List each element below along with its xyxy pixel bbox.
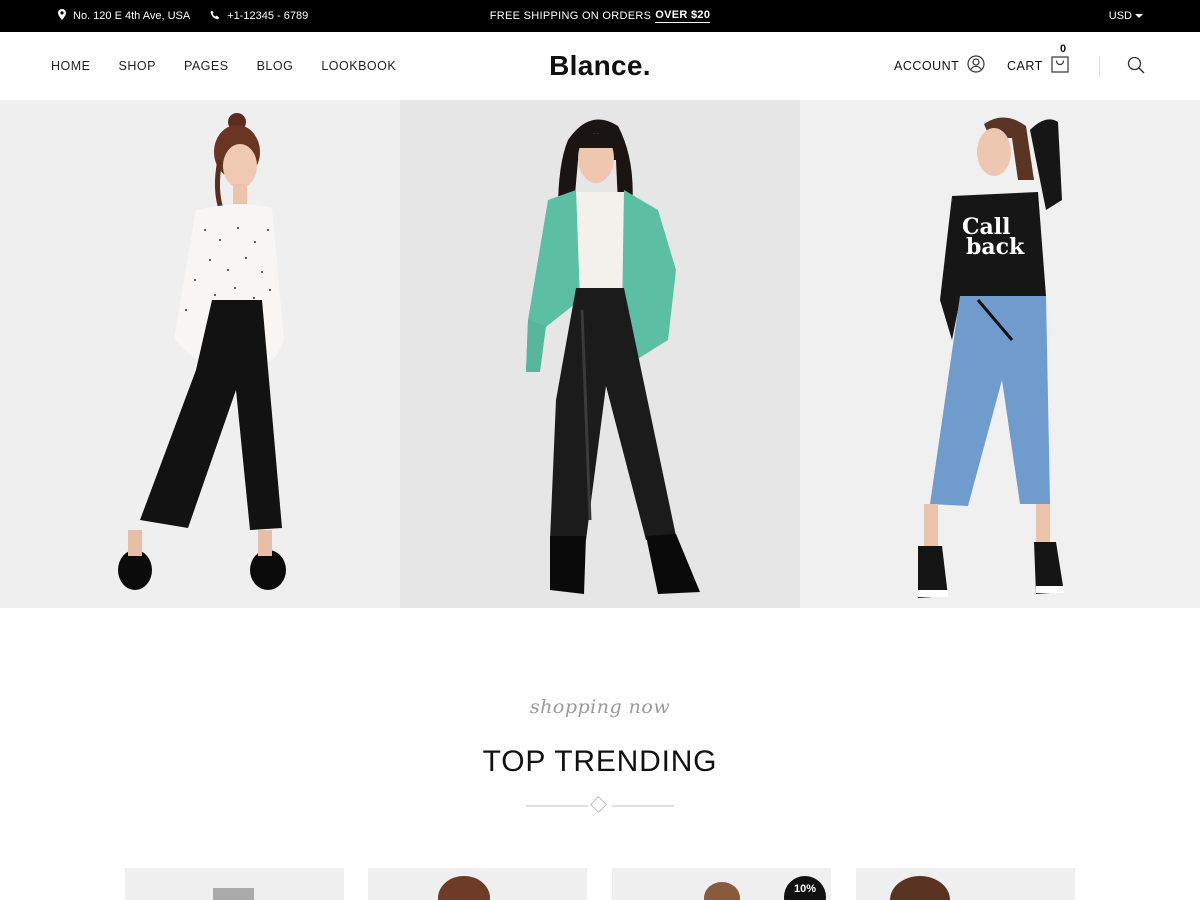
divider (1099, 56, 1100, 76)
hero-banner-1[interactable] (0, 100, 400, 608)
address-text: No. 120 E 4th Ave, USA (73, 10, 191, 22)
currency-label: USD (1108, 10, 1132, 22)
shipping-highlight: OVER $20 (655, 9, 711, 23)
model-white-blouse-image (118, 113, 286, 590)
nav-pages[interactable]: PAGES (184, 59, 229, 73)
model-black-tee-image: Call back (918, 117, 1064, 598)
product-card[interactable] (125, 868, 344, 900)
caret-down-icon (1135, 14, 1143, 18)
logo[interactable]: Blance. (549, 50, 651, 82)
shirt-print-line2: back (966, 234, 1025, 260)
hero-banner-3[interactable]: Call back (800, 100, 1200, 608)
phone-icon (210, 10, 220, 23)
nav-lookbook[interactable]: LOOKBOOK (321, 59, 396, 73)
product-card[interactable] (856, 868, 1075, 900)
hero-banner-2[interactable] (400, 100, 800, 608)
search-icon[interactable] (1127, 56, 1145, 79)
phone-text: +1-12345 - 6789 (227, 10, 309, 22)
account-label: ACCOUNT (894, 58, 960, 73)
shipping-text: FREE SHIPPING ON ORDERS (489, 10, 652, 22)
map-pin-icon (58, 9, 66, 23)
top-bar: No. 120 E 4th Ave, USA +1-12345 - 6789 F… (0, 0, 1200, 32)
nav-home[interactable]: HOME (51, 59, 91, 73)
cart-count: 0 (1060, 43, 1067, 55)
section-title: TOP TRENDING (482, 745, 718, 778)
model-green-jacket-image (526, 119, 700, 594)
phone[interactable]: +1-12345 - 6789 (210, 10, 308, 23)
diamond-divider (526, 796, 674, 813)
product-card[interactable]: 10% (612, 868, 831, 900)
nav-blog[interactable]: BLOG (257, 59, 294, 73)
product-image (438, 876, 490, 900)
account-link[interactable]: ACCOUNT (894, 55, 985, 76)
cart-label: CART (1007, 58, 1043, 73)
hero-banners: Call back (0, 100, 1200, 608)
main-nav: HOME SHOP PAGES BLOG LOOKBOOK (51, 32, 396, 100)
product-grid: 10% (125, 868, 1075, 900)
header-actions: ACCOUNT CART 0 (870, 32, 1200, 100)
product-image (213, 888, 254, 900)
product-image (890, 876, 950, 900)
address: No. 120 E 4th Ave, USA (58, 9, 190, 23)
user-icon (967, 55, 985, 76)
shopping-bag-icon (1051, 55, 1069, 76)
cart-link[interactable]: CART (1007, 55, 1069, 76)
currency-selector[interactable]: USD (1109, 0, 1143, 32)
nav-shop[interactable]: SHOP (119, 59, 156, 73)
main-header: HOME SHOP PAGES BLOG LOOKBOOK Blance. AC… (0, 32, 1200, 100)
section-subtitle: shopping now (529, 696, 671, 718)
contact-info: No. 120 E 4th Ave, USA +1-12345 - 6789 (58, 0, 308, 32)
product-card[interactable] (368, 868, 587, 900)
